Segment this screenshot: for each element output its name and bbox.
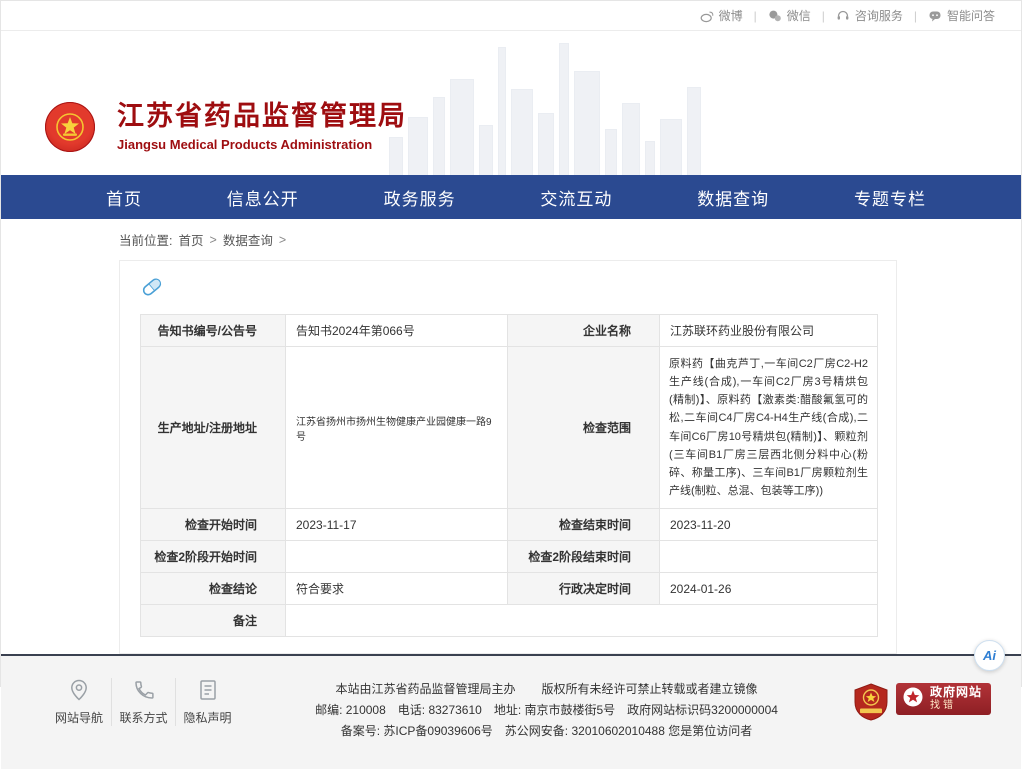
footer-line-1: 本站由江苏省药品监督管理局主办 版权所有未经许可禁止转载或者建立镜像 xyxy=(253,679,840,700)
qa-icon xyxy=(928,9,942,23)
field-value-end-date: 2023-11-20 xyxy=(660,509,878,541)
footer-privacy-label: 隐私声明 xyxy=(183,709,231,726)
footer-line-3: 备案号: 苏ICP备09039606号 苏公网安备: 3201060201048… xyxy=(253,721,840,742)
field-value-company-name: 江苏联环药业股份有限公司 xyxy=(660,315,878,347)
field-value-remarks xyxy=(286,605,878,637)
wechat-icon xyxy=(768,9,782,23)
topbar-separator: | xyxy=(822,9,825,23)
field-value-inspection-scope: 原料药【曲克芦丁,一车间C2厂房C2-H2生产线(合成),一车间C2厂房3号精烘… xyxy=(660,347,878,509)
footer-site-map-link[interactable]: 网站导航 xyxy=(47,678,111,726)
site-titles: 江苏省药品监督管理局 Jiangsu Medical Products Admi… xyxy=(117,101,407,152)
nav-item-special-topics[interactable]: 专题专栏 xyxy=(854,185,926,210)
footer-contact-link[interactable]: 联系方式 xyxy=(111,678,175,726)
weibo-icon xyxy=(700,9,714,23)
topbar-separator: | xyxy=(914,9,917,23)
inspection-detail-card: 告知书编号/公告号 告知书2024年第066号 企业名称 江苏联环药业股份有限公… xyxy=(119,260,897,654)
government-agency-badge[interactable] xyxy=(854,683,888,721)
error-badge-line2: 找错 xyxy=(930,700,982,712)
table-row: 检查2阶段开始时间 检查2阶段结束时间 xyxy=(141,541,878,573)
footer-nav: 网站导航 联系方式 隐私声明 xyxy=(47,678,239,769)
capsule-icon xyxy=(140,275,876,304)
site-header: 江苏省药品监督管理局 Jiangsu Medical Products Admi… xyxy=(1,31,1021,175)
nav-item-info-disclosure[interactable]: 信息公开 xyxy=(227,185,299,210)
field-value-conclusion: 符合要求 xyxy=(286,573,508,605)
national-emblem-logo xyxy=(45,102,95,152)
breadcrumb-home[interactable]: 首页 xyxy=(178,230,203,249)
field-value-notice-number: 告知书2024年第066号 xyxy=(286,315,508,347)
error-badge-text: 政府网站 找错 xyxy=(930,686,982,711)
qa-label: 智能问答 xyxy=(947,7,995,24)
footer-info: 本站由江苏省药品监督管理局主办 版权所有未经许可禁止转载或者建立镜像 邮编: 21… xyxy=(253,678,840,769)
wechat-link[interactable]: 微信 xyxy=(768,7,811,24)
footer-contact-label: 联系方式 xyxy=(119,709,167,726)
topbar: 微博 | 微信 | 咨询服务 | 智能问答 xyxy=(1,1,1021,31)
site-subtitle: Jiangsu Medical Products Administration xyxy=(117,137,407,152)
weibo-link[interactable]: 微博 xyxy=(700,7,743,24)
footer-badges: 政府网站 找错 xyxy=(854,678,991,769)
smart-qa-link[interactable]: 智能问答 xyxy=(928,7,995,24)
consult-icon xyxy=(836,9,850,23)
wechat-label: 微信 xyxy=(787,7,811,24)
field-label-address: 生产地址/注册地址 xyxy=(141,347,286,509)
site-footer: 网站导航 联系方式 隐私声明 本站由江苏省药品监督管 xyxy=(1,654,1021,769)
field-value-start-date: 2023-11-17 xyxy=(286,509,508,541)
gov-site-error-report-badge[interactable]: 政府网站 找错 xyxy=(896,683,991,715)
nav-item-interaction[interactable]: 交流互动 xyxy=(540,185,612,210)
table-row: 检查结论 符合要求 行政决定时间 2024-01-26 xyxy=(141,573,878,605)
consult-label: 咨询服务 xyxy=(855,7,903,24)
field-value-address: 江苏省扬州市扬州生物健康产业园健康一路9号 xyxy=(286,347,508,509)
nav-item-gov-services[interactable]: 政务服务 xyxy=(384,185,456,210)
field-label-notice-number: 告知书编号/公告号 xyxy=(141,315,286,347)
footer-line-2: 邮编: 210008 电话: 83273610 地址: 南京市鼓楼街5号 政府网… xyxy=(253,700,840,721)
main-content: 告知书编号/公告号 告知书2024年第066号 企业名称 江苏联环药业股份有限公… xyxy=(1,253,1021,654)
field-label-phase2-start: 检查2阶段开始时间 xyxy=(141,541,286,573)
phone-icon xyxy=(132,678,156,702)
table-row: 生产地址/注册地址 江苏省扬州市扬州生物健康产业园健康一路9号 检查范围 原料药… xyxy=(141,347,878,509)
weibo-label: 微博 xyxy=(719,7,743,24)
field-label-start-date: 检查开始时间 xyxy=(141,509,286,541)
table-row: 备注 xyxy=(141,605,878,637)
error-badge-logo xyxy=(902,686,924,713)
field-label-inspection-scope: 检查范围 xyxy=(508,347,660,509)
breadcrumb: 当前位置: 首页 > 数据查询 > xyxy=(1,219,1021,253)
field-label-conclusion: 检查结论 xyxy=(141,573,286,605)
table-row: 检查开始时间 2023-11-17 检查结束时间 2023-11-20 xyxy=(141,509,878,541)
error-badge-line1: 政府网站 xyxy=(930,686,982,700)
skyline-graphic xyxy=(389,41,734,175)
field-value-phase2-end xyxy=(660,541,878,573)
field-label-company-name: 企业名称 xyxy=(508,315,660,347)
map-pin-icon xyxy=(67,678,91,702)
footer-host-text: 本站由江苏省药品监督管理局主办 xyxy=(335,682,515,696)
inspection-detail-table: 告知书编号/公告号 告知书2024年第066号 企业名称 江苏联环药业股份有限公… xyxy=(140,314,878,637)
field-label-decision-date: 行政决定时间 xyxy=(508,573,660,605)
breadcrumb-data-query[interactable]: 数据查询 xyxy=(223,230,273,249)
field-value-decision-date: 2024-01-26 xyxy=(660,573,878,605)
breadcrumb-prefix: 当前位置: xyxy=(119,230,172,249)
footer-site-map-label: 网站导航 xyxy=(55,709,103,726)
site-brand[interactable]: 江苏省药品监督管理局 Jiangsu Medical Products Admi… xyxy=(45,101,407,152)
field-label-end-date: 检查结束时间 xyxy=(508,509,660,541)
footer-copyright-text: 版权所有未经许可禁止转载或者建立镜像 xyxy=(541,682,757,696)
main-nav: 首页 信息公开 政务服务 交流互动 数据查询 专题专栏 xyxy=(1,175,1021,219)
breadcrumb-separator: > xyxy=(279,233,286,247)
ai-assistant-button[interactable]: Ai xyxy=(974,640,1005,671)
site-title: 江苏省药品监督管理局 xyxy=(117,101,407,132)
footer-privacy-link[interactable]: 隐私声明 xyxy=(175,678,239,726)
field-label-phase2-end: 检查2阶段结束时间 xyxy=(508,541,660,573)
field-value-phase2-start xyxy=(286,541,508,573)
consult-service-link[interactable]: 咨询服务 xyxy=(836,7,903,24)
field-label-remarks: 备注 xyxy=(141,605,286,637)
table-row: 告知书编号/公告号 告知书2024年第066号 企业名称 江苏联环药业股份有限公… xyxy=(141,315,878,347)
nav-item-data-query[interactable]: 数据查询 xyxy=(697,185,769,210)
breadcrumb-separator: > xyxy=(210,233,217,247)
topbar-separator: | xyxy=(754,9,757,23)
document-icon xyxy=(196,678,220,702)
nav-item-home[interactable]: 首页 xyxy=(106,185,142,210)
